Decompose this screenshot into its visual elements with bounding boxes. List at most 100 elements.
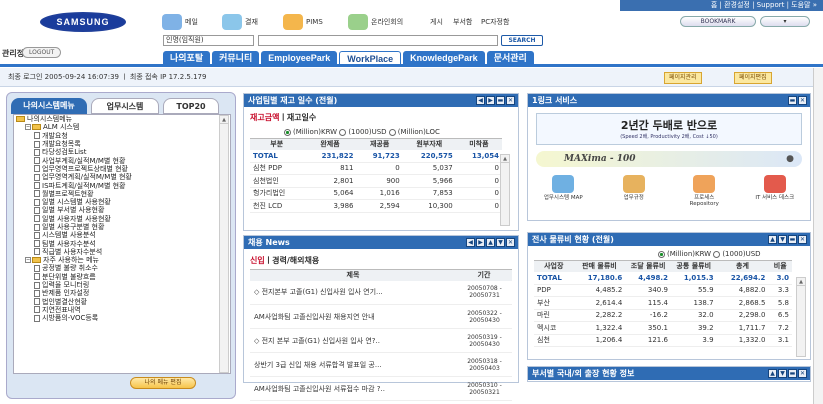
search-button[interactable]: SEARCH <box>501 35 543 46</box>
news-subtab-career[interactable]: ㅣ경력/해외채용 <box>265 256 319 265</box>
tree-item[interactable]: 일별 사용구분별 현황 <box>14 223 230 231</box>
page-scrollbar[interactable] <box>813 68 823 404</box>
tab-top20[interactable]: TOP20 <box>163 98 219 114</box>
tree-item[interactable]: 업무영역프로젝트상태별 현황 <box>14 165 230 173</box>
radio-krw[interactable] <box>658 250 665 258</box>
banner-2x[interactable]: 2년간 두배로 반으로 (Speed 2배, Productivity 2배, … <box>536 113 802 145</box>
close-icon[interactable]: ✕ <box>506 238 515 247</box>
samsung-logo[interactable]: SAMSUNG <box>40 12 126 32</box>
tree-item[interactable]: 업무영역계획/실적M/M별 현황 <box>14 173 230 181</box>
tree-item[interactable]: 공정별 불량 취소수 <box>14 264 230 272</box>
tree-item[interactable]: 사업부계획/실적M/M별 현황 <box>14 156 230 165</box>
menu-mail[interactable]: 메일 <box>162 13 198 31</box>
radio-usd[interactable] <box>713 250 721 258</box>
tree-item[interactable]: 직급별 사용자수분석 <box>14 248 230 256</box>
tab-workplace[interactable]: WorkPlace <box>339 51 402 65</box>
scroll-up-icon[interactable]: ▲ <box>486 238 495 247</box>
news-row[interactable]: ◇ 전지 본부 고졸(G1) 신입사원 입사 연?.. 20050319 - 20… <box>250 328 512 353</box>
tab-employeepark[interactable]: EmployeePark <box>261 51 338 65</box>
bookmark-select[interactable]: ▾ <box>760 16 810 27</box>
link-process-repository[interactable]: 프로세스 Repository <box>680 175 728 207</box>
search-input[interactable] <box>258 35 498 46</box>
tree-item[interactable]: 팀별 사용자수분석 <box>14 239 230 248</box>
inventory-subtab-days[interactable]: ㅣ재고일수 <box>279 113 316 122</box>
minimize-icon[interactable]: ▬ <box>788 369 797 378</box>
tab-business-system[interactable]: 업무시스템 <box>91 98 159 114</box>
tab-knowledgepark[interactable]: KnowledgePark <box>403 51 485 65</box>
menu-board[interactable]: 게시 <box>430 13 443 31</box>
tree-item[interactable]: 개발요청목록 <box>14 140 230 148</box>
table-row[interactable]: TOTAL 231,822 91,723 220,575 13,054 <box>250 149 502 163</box>
scroll-down-icon[interactable]: ▼ <box>778 369 787 378</box>
news-title-link[interactable]: AM사업화팀 고졸신입사원 서류접수 마감 ?.. <box>250 376 456 401</box>
next-icon[interactable]: ▶ <box>486 96 495 105</box>
close-icon[interactable]: ✕ <box>506 96 515 105</box>
menu-meeting[interactable]: 온라인회의 <box>348 13 403 31</box>
page-manage-button[interactable]: 페이지관리 <box>664 72 702 84</box>
table-row[interactable]: 멕시코 1,322.4 350.1 39.2 1,711.7 7.2 <box>534 321 792 335</box>
util-settings[interactable]: 환경설정 <box>724 1 750 9</box>
logout-button[interactable]: LOGOUT <box>22 47 62 58</box>
util-support[interactable]: Support <box>757 1 785 9</box>
table-row[interactable]: 심천 1,206.4 121.6 3.9 1,332.0 3.1 <box>534 334 792 347</box>
scroll-down-icon[interactable]: ▼ <box>496 238 505 247</box>
my-menu-edit-button[interactable]: 나의 메뉴 편집 <box>130 377 196 389</box>
radio-usd[interactable] <box>339 128 347 136</box>
tree-item[interactable]: 일별 부서별 사용현황 <box>14 206 230 214</box>
news-row[interactable]: AM사업화팀 고졸신입사원 서류접수 마감 ?.. 20050310 - 2005… <box>250 376 512 401</box>
tab-my-system-menu[interactable]: 나의시스템메뉴 <box>11 98 87 114</box>
tree-item[interactable]: 지연전표내역 <box>14 306 230 314</box>
util-home[interactable]: 홈 <box>711 1 717 9</box>
logistics-scrollbar[interactable]: ▲ <box>796 277 806 357</box>
page-edit-button[interactable]: 페이지편집 <box>734 72 772 84</box>
tree-item[interactable]: 반제품 인자설정 <box>14 289 230 297</box>
news-title-link[interactable]: AM사업화팀 고졸신입사원 채용지연 안내 <box>250 304 456 329</box>
close-icon[interactable]: ✕ <box>798 96 807 105</box>
news-subtab-new[interactable]: 신입 <box>250 256 265 265</box>
tree-item[interactable]: 일별 사용자별 사용현황 <box>14 215 230 223</box>
link-system-map[interactable]: 업무시스템 MAP <box>539 175 587 207</box>
menu-approval[interactable]: 결재 <box>222 13 258 31</box>
news-title-link[interactable]: ◇ 전지 본부 고졸(G1) 신입사원 입사 연?.. <box>250 328 456 353</box>
tab-documents[interactable]: 문서관리 <box>486 51 534 65</box>
collapse-icon[interactable]: − <box>25 257 31 264</box>
inventory-scrollbar[interactable]: ▲ <box>500 154 510 226</box>
tree-item[interactable]: 입력율 모니터링 <box>14 281 230 289</box>
menu-pims[interactable]: PIMS <box>283 13 323 31</box>
table-row[interactable]: 헝가리법인 5,064 1,016 7,853 0 <box>250 187 502 200</box>
news-row[interactable]: AM사업화팀 고졸신입사원 채용지연 안내 20050322 - 20050430 <box>250 304 512 329</box>
util-help[interactable]: 도움말 <box>791 1 810 9</box>
maxima-banner[interactable]: MAXima - 100 ● <box>536 151 802 167</box>
tree-item[interactable]: IS파트계획/실적M/M별 현황 <box>14 181 230 190</box>
bookmark-button[interactable]: BOOKMARK <box>680 16 756 27</box>
table-row[interactable]: PDP 4,485.2 340.9 55.9 4,882.0 3.3 <box>534 284 792 297</box>
collapse-icon[interactable]: − <box>25 124 31 131</box>
scroll-up-icon[interactable]: ▲ <box>768 369 777 378</box>
radio-loc[interactable] <box>388 128 396 136</box>
scroll-down-icon[interactable]: ▼ <box>778 235 787 244</box>
tab-community[interactable]: 커뮤니티 <box>212 51 260 65</box>
news-title-link[interactable]: ◇ 전지본부 고졸(G1) 신입사원 입사 연기... <box>250 280 456 305</box>
table-row[interactable]: 부산 2,614.4 115.4 138.7 2,868.5 5.8 <box>534 296 792 310</box>
tree-item[interactable]: 나의시스템메뉴 <box>14 115 230 123</box>
tree-item[interactable]: 개발요청 <box>14 132 230 140</box>
close-icon[interactable]: ✕ <box>798 235 807 244</box>
tree-item[interactable]: 법인별결산현황 <box>14 298 230 306</box>
news-title-link[interactable]: 상반기 3급 신입 채용 서류합격 발표일 공... <box>250 352 456 377</box>
tab-myportal[interactable]: 나의포탈 <box>163 51 211 65</box>
tree-item[interactable]: 타당성검토List <box>14 148 230 156</box>
prev-icon[interactable]: ◀ <box>476 96 485 105</box>
tree-item[interactable]: 시스템별 사용분석 <box>14 231 230 239</box>
scroll-up-icon[interactable]: ▲ <box>768 235 777 244</box>
tree-item[interactable]: − ALM 시스템 <box>14 123 230 131</box>
radio-krw[interactable] <box>284 128 291 136</box>
table-row[interactable]: 심천 PDP 811 0 5,037 0 <box>250 162 502 175</box>
table-row[interactable]: 천진 LCD 3,986 2,594 10,300 0 <box>250 199 502 213</box>
table-row[interactable]: TOTAL 17,180.6 4,498.2 1,015.3 22,694.2 3.0 <box>534 271 792 285</box>
inventory-subtab-amount[interactable]: 재고금액 <box>250 113 279 122</box>
minimize-icon[interactable]: ▬ <box>788 235 797 244</box>
menu-dept-box[interactable]: 부서함 <box>453 13 472 31</box>
news-row[interactable]: 상반기 3급 신입 채용 서류합격 발표일 공... 20050318 - 200… <box>250 352 512 377</box>
table-row[interactable]: 심천법인 2,801 900 5,966 0 <box>250 174 502 188</box>
tree-scrollbar[interactable]: ▲ <box>219 115 229 373</box>
